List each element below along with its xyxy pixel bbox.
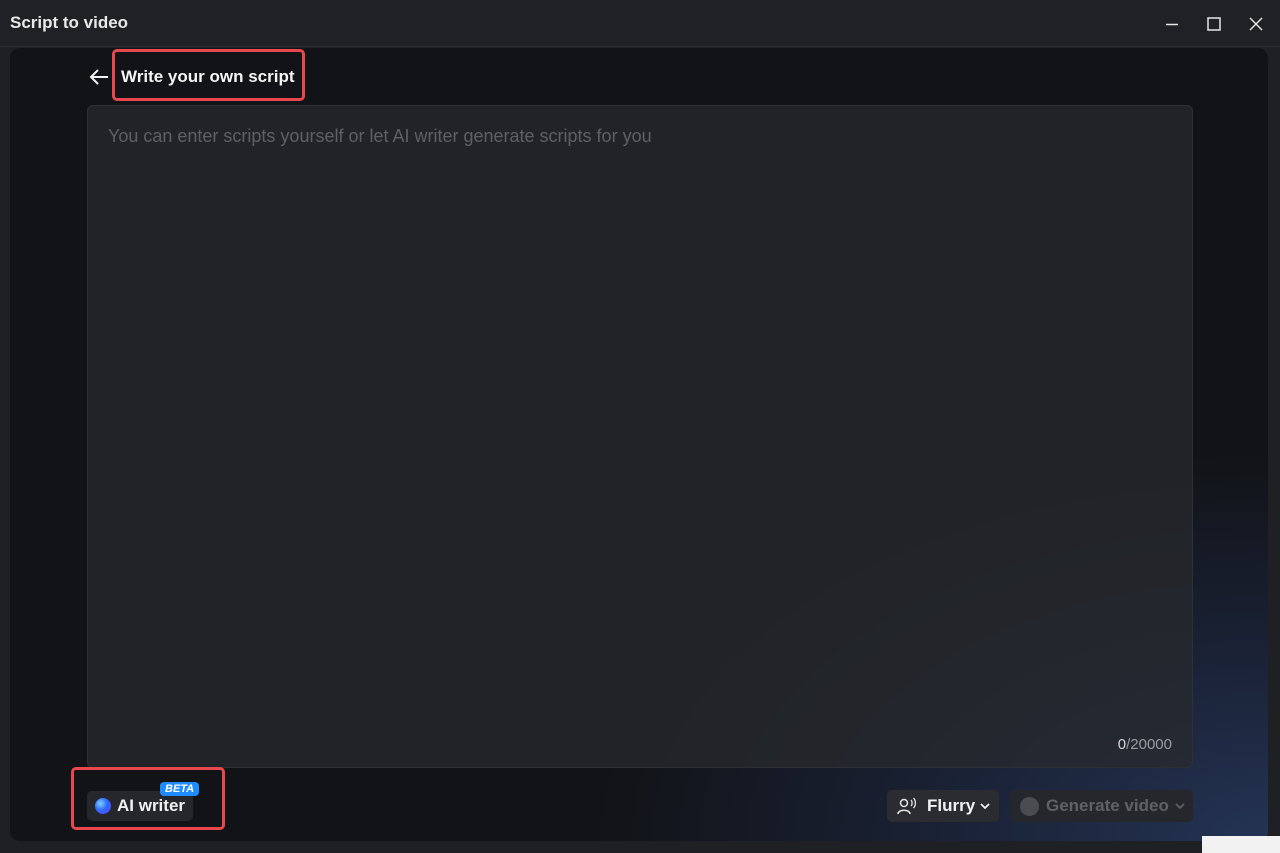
voice-select-button[interactable]: Flurry [887,790,999,822]
script-editor: 0/20000 [87,105,1193,768]
window-scrollbar[interactable] [1270,48,1280,841]
minimize-icon [1166,23,1178,26]
taskbar-corner [1202,836,1280,853]
close-icon [1249,17,1263,31]
page-header: Write your own script [86,62,295,92]
close-button[interactable] [1242,10,1270,38]
ai-orb-icon [95,798,111,814]
generate-video-button[interactable]: Generate video [1010,790,1193,822]
character-limit: /20000 [1126,736,1172,753]
character-count: 0 [1117,736,1127,753]
ai-writer-label: AI writer [117,796,186,815]
speaking-person-icon [897,797,917,815]
script-input[interactable] [108,126,1168,716]
page-title: Write your own script [121,67,295,86]
back-button[interactable] [86,64,112,90]
generate-video-label: Generate video [1046,796,1169,815]
voice-label: Flurry [927,796,976,815]
arrow-left-icon [89,69,108,85]
maximize-icon [1207,17,1221,31]
chevron-down-icon [1175,803,1185,810]
maximize-button[interactable] [1200,10,1228,38]
character-counter: 0/20000 [1118,736,1172,753]
script-panel: Write your own script 0/20000 AI writer … [10,48,1268,841]
title-bar: Script to video [0,0,1280,47]
beta-badge: BETA [160,782,200,796]
window-title: Script to video [10,13,129,32]
chevron-down-icon [980,803,990,810]
minimize-button[interactable] [1158,10,1186,38]
generate-orb-icon [1020,796,1039,816]
